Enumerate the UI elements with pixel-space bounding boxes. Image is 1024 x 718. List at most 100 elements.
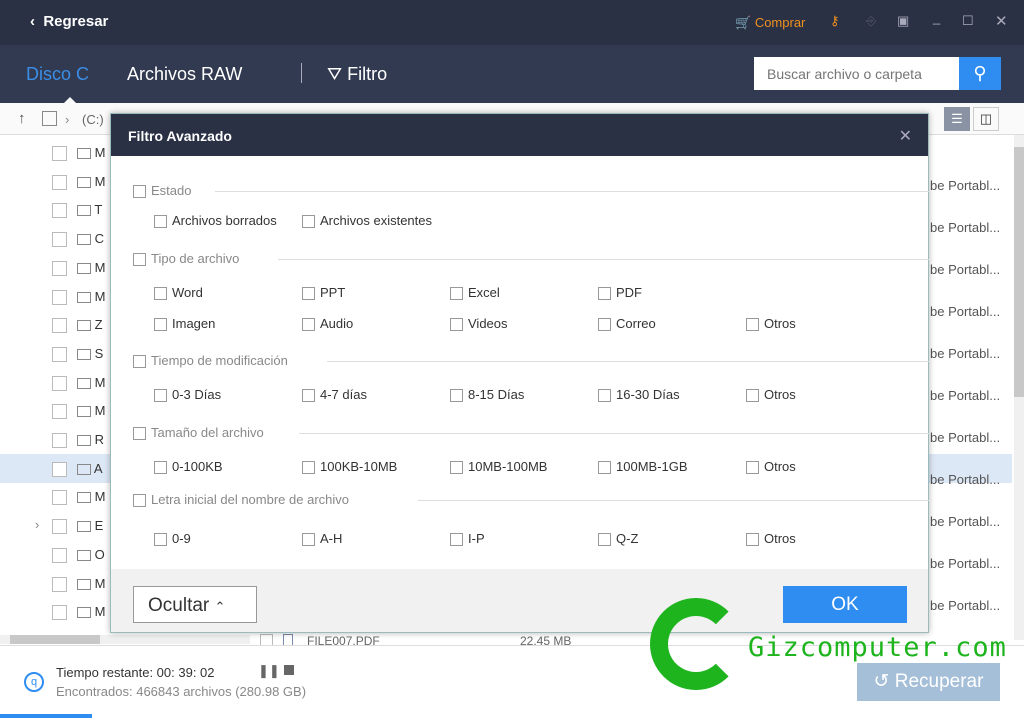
row-checkbox[interactable] bbox=[52, 433, 67, 449]
maximize-button[interactable]: ☐ bbox=[962, 13, 974, 29]
filter-option[interactable]: Otros bbox=[746, 316, 796, 332]
filter-option[interactable]: 0-3 Días bbox=[154, 387, 221, 403]
row-checkbox[interactable] bbox=[52, 404, 67, 420]
filter-option[interactable]: 0-100KB bbox=[154, 459, 223, 475]
option-checkbox[interactable] bbox=[450, 461, 463, 475]
option-checkbox[interactable] bbox=[598, 318, 611, 332]
option-checkbox[interactable] bbox=[598, 287, 611, 301]
buy-button[interactable]: 🛒 Comprar bbox=[735, 15, 805, 31]
row-checkbox[interactable] bbox=[52, 346, 67, 362]
row-checkbox[interactable] bbox=[52, 174, 67, 190]
option-checkbox[interactable] bbox=[746, 533, 759, 547]
row-checkbox[interactable] bbox=[52, 605, 67, 621]
option-checkbox[interactable] bbox=[450, 287, 463, 301]
filter-option[interactable]: Otros bbox=[746, 387, 796, 403]
filter-option[interactable]: Correo bbox=[598, 316, 656, 332]
vertical-scrollbar[interactable] bbox=[1014, 135, 1024, 640]
section-checkbox[interactable] bbox=[133, 185, 146, 199]
filter-option[interactable]: Audio bbox=[302, 316, 353, 332]
option-checkbox[interactable] bbox=[450, 318, 463, 332]
row-checkbox[interactable] bbox=[52, 289, 67, 305]
option-checkbox[interactable] bbox=[746, 389, 759, 403]
hide-button[interactable]: Ocultar ⌃ bbox=[133, 586, 257, 623]
option-checkbox[interactable] bbox=[302, 318, 315, 332]
option-checkbox[interactable] bbox=[302, 461, 315, 475]
search-input[interactable] bbox=[754, 57, 959, 90]
path-breadcrumb[interactable]: (C:) bbox=[82, 112, 104, 127]
filter-option[interactable]: Otros bbox=[746, 531, 796, 547]
option-checkbox[interactable] bbox=[450, 389, 463, 403]
option-checkbox[interactable] bbox=[302, 389, 315, 403]
login-icon[interactable]: ⎆ bbox=[866, 13, 876, 29]
filter-option[interactable]: I-P bbox=[450, 531, 485, 547]
option-checkbox[interactable] bbox=[302, 533, 315, 547]
filter-option[interactable]: Videos bbox=[450, 316, 508, 332]
tab-archivos-raw[interactable]: Archivos RAW bbox=[127, 64, 242, 85]
filter-option[interactable]: 8-15 Días bbox=[450, 387, 524, 403]
row-checkbox[interactable] bbox=[52, 232, 67, 248]
back-button[interactable]: ‹ Regresar bbox=[30, 13, 108, 30]
option-checkbox[interactable] bbox=[154, 461, 167, 475]
stop-button[interactable] bbox=[284, 665, 294, 675]
filter-option[interactable]: Word bbox=[154, 285, 203, 301]
menu-icon[interactable]: ▣ bbox=[897, 13, 909, 29]
row-checkbox[interactable] bbox=[52, 260, 67, 276]
option-checkbox[interactable] bbox=[154, 287, 167, 301]
filter-option[interactable]: PPT bbox=[302, 285, 345, 301]
option-checkbox[interactable] bbox=[450, 533, 463, 547]
pause-button[interactable]: ❚❚ bbox=[258, 663, 280, 679]
row-checkbox[interactable] bbox=[52, 203, 67, 219]
option-checkbox[interactable] bbox=[598, 533, 611, 547]
filter-option[interactable]: A-H bbox=[302, 531, 342, 547]
row-checkbox[interactable] bbox=[52, 576, 67, 592]
filter-option[interactable]: 10MB-100MB bbox=[450, 459, 547, 475]
row-checkbox[interactable] bbox=[52, 461, 67, 477]
filter-option[interactable]: Imagen bbox=[154, 316, 215, 332]
filter-option[interactable]: 100KB-10MB bbox=[302, 459, 397, 475]
option-checkbox[interactable] bbox=[154, 215, 167, 229]
option-checkbox[interactable] bbox=[302, 215, 315, 229]
expand-icon[interactable]: › bbox=[35, 517, 39, 532]
key-icon[interactable]: ⚷ bbox=[830, 13, 840, 29]
option-checkbox[interactable] bbox=[154, 318, 167, 332]
close-dialog-button[interactable]: ✕ bbox=[899, 126, 912, 146]
tab-disco-c[interactable]: Disco C bbox=[26, 64, 89, 85]
recover-button[interactable]: ↺ Recuperar bbox=[857, 663, 1000, 701]
computer-icon[interactable] bbox=[42, 111, 57, 126]
section-checkbox[interactable] bbox=[133, 253, 146, 267]
option-checkbox[interactable] bbox=[598, 461, 611, 475]
filter-option[interactable]: 16-30 Días bbox=[598, 387, 680, 403]
option-checkbox[interactable] bbox=[746, 318, 759, 332]
search-button[interactable]: ⚲ bbox=[959, 57, 1001, 90]
filter-button[interactable]: ⛛ Filtro bbox=[327, 64, 387, 85]
close-button[interactable]: ✕ bbox=[995, 12, 1008, 30]
minimize-button[interactable]: _ bbox=[933, 10, 940, 25]
filter-option[interactable]: Q-Z bbox=[598, 531, 638, 547]
section-checkbox[interactable] bbox=[133, 494, 146, 508]
preview-view-button[interactable]: ◫ bbox=[973, 107, 999, 131]
horizontal-scrollbar[interactable] bbox=[0, 635, 250, 644]
section-checkbox[interactable] bbox=[133, 355, 146, 369]
row-checkbox[interactable] bbox=[52, 490, 67, 506]
filter-option[interactable]: 100MB-1GB bbox=[598, 459, 688, 475]
option-checkbox[interactable] bbox=[154, 533, 167, 547]
row-checkbox[interactable] bbox=[52, 547, 67, 563]
row-checkbox[interactable] bbox=[52, 375, 67, 391]
option-checkbox[interactable] bbox=[302, 287, 315, 301]
option-checkbox[interactable] bbox=[746, 461, 759, 475]
filter-option[interactable]: 4-7 días bbox=[302, 387, 367, 403]
row-checkbox[interactable] bbox=[52, 318, 67, 334]
option-checkbox[interactable] bbox=[154, 389, 167, 403]
list-view-button[interactable]: ☰ bbox=[944, 107, 970, 131]
row-checkbox[interactable] bbox=[52, 519, 67, 535]
filter-option[interactable]: Archivos borrados bbox=[154, 213, 277, 229]
filter-option[interactable]: Archivos existentes bbox=[302, 213, 432, 229]
filter-option[interactable]: Otros bbox=[746, 459, 796, 475]
up-arrow-icon[interactable]: ↑ bbox=[18, 110, 26, 127]
filter-option[interactable]: PDF bbox=[598, 285, 642, 301]
row-checkbox[interactable] bbox=[52, 146, 67, 162]
filter-option[interactable]: 0-9 bbox=[154, 531, 191, 547]
ok-button[interactable]: OK bbox=[783, 586, 907, 623]
section-checkbox[interactable] bbox=[133, 427, 146, 441]
filter-option[interactable]: Excel bbox=[450, 285, 500, 301]
